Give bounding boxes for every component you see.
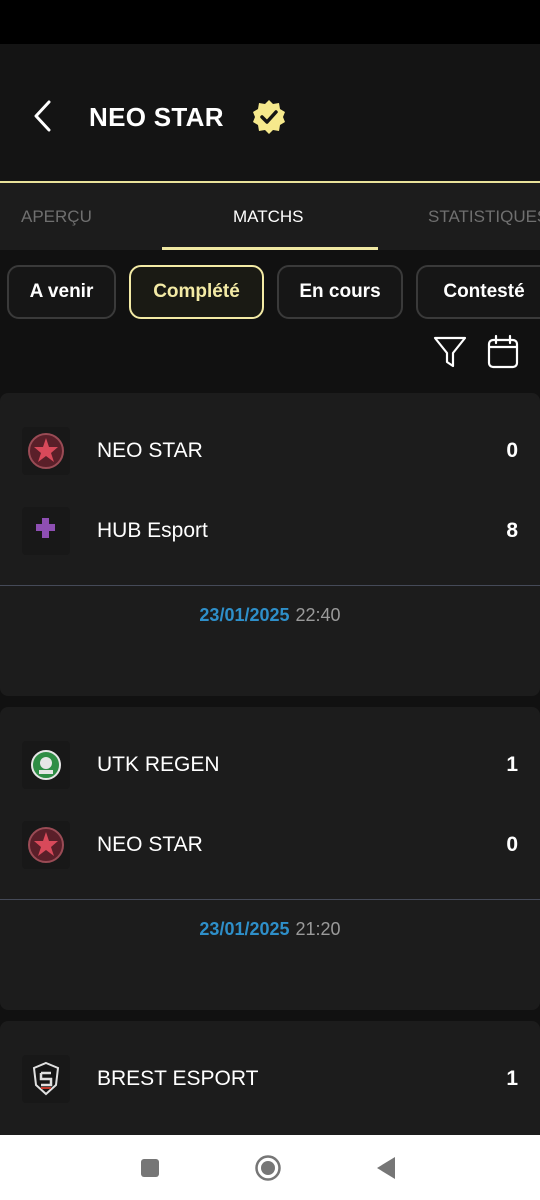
match-date: 23/01/2025: [199, 919, 290, 939]
match-time: 22:40: [295, 605, 341, 625]
match-card[interactable]: BREST ESPORT 1: [0, 1021, 540, 1141]
brest-esport-logo: [22, 1055, 70, 1103]
team-row: NEO STAR 0: [0, 423, 540, 479]
match-datetime: 23/01/2025 22:40: [0, 605, 540, 626]
nav-home-icon[interactable]: [253, 1153, 283, 1183]
match-card[interactable]: NEO STAR 0 HUB Esport 8 23/01/2025 22:40: [0, 393, 540, 696]
hub-esport-logo: [22, 507, 70, 555]
match-date: 23/01/2025: [199, 605, 290, 625]
neo-star-logo: [22, 427, 70, 475]
verified-badge-icon: [253, 100, 285, 134]
team-row: HUB Esport 8: [0, 503, 540, 559]
status-bar: [0, 0, 540, 44]
tab-apercu[interactable]: APERÇU: [21, 183, 92, 250]
team-name: NEO STAR: [97, 439, 203, 462]
team-score: 1: [506, 1067, 518, 1090]
team-score: 8: [506, 519, 518, 542]
team-name: BREST ESPORT: [97, 1067, 259, 1090]
team-score: 1: [506, 753, 518, 776]
team-row: NEO STAR 0: [0, 817, 540, 873]
match-datetime: 23/01/2025 21:20: [0, 919, 540, 940]
card-divider: [0, 585, 540, 586]
tab-statistiques[interactable]: STATISTIQUES: [428, 183, 540, 250]
calendar-icon[interactable]: [485, 334, 521, 370]
page-title: NEO STAR: [89, 102, 224, 132]
tab-matchs[interactable]: MATCHS: [233, 183, 304, 250]
team-name: UTK REGEN: [97, 753, 220, 776]
match-card[interactable]: UTK REGEN 1 NEO STAR 0 23/01/2025 21:20: [0, 707, 540, 1010]
team-name: NEO STAR: [97, 833, 203, 856]
filter-chip-complete[interactable]: Complété: [129, 265, 264, 319]
team-row: UTK REGEN 1: [0, 737, 540, 793]
back-arrow-icon: [34, 100, 51, 132]
filter-icon[interactable]: [432, 334, 468, 370]
utk-regen-logo: [22, 741, 70, 789]
neo-star-logo: [22, 821, 70, 869]
tab-bar: APERÇU MATCHS STATISTIQUES: [0, 183, 540, 250]
app-header: NEO STAR: [0, 44, 540, 181]
nav-recents-icon[interactable]: [135, 1153, 165, 1183]
filter-chip-en-cours[interactable]: En cours: [277, 265, 403, 319]
team-score: 0: [506, 439, 518, 462]
system-nav-bar: [0, 1135, 540, 1200]
nav-back-icon[interactable]: [372, 1153, 402, 1183]
team-row: BREST ESPORT 1: [0, 1051, 540, 1107]
filter-chip-conteste[interactable]: Contesté: [416, 265, 540, 319]
team-name: HUB Esport: [97, 519, 208, 542]
back-button[interactable]: [26, 96, 60, 136]
filter-row: A venir Complété En cours Contesté: [0, 250, 540, 390]
card-divider: [0, 899, 540, 900]
match-time: 21:20: [295, 919, 341, 939]
team-score: 0: [506, 833, 518, 856]
filter-chip-a-venir[interactable]: A venir: [7, 265, 116, 319]
